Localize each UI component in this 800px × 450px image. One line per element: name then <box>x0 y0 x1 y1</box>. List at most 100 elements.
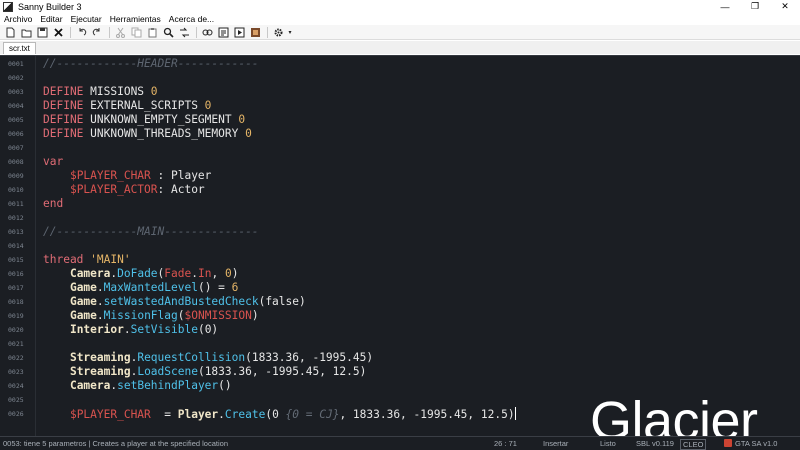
code-line[interactable]: 0011 end <box>0 197 800 211</box>
code-token: 0 <box>150 85 158 98</box>
code-line[interactable]: 0007 <box>0 141 800 155</box>
code-token: thread <box>43 253 91 266</box>
game-version-label: GTA SA v1.0 <box>735 439 778 448</box>
code-token: . <box>96 309 104 322</box>
menu-ejecutar[interactable]: Ejecutar <box>67 14 106 24</box>
code-editor[interactable]: 0001//------------HEADER------------ 0002… <box>0 55 800 436</box>
copy-icon[interactable] <box>129 26 143 39</box>
cut-icon[interactable] <box>113 26 127 39</box>
line-number: 0019 <box>8 312 24 320</box>
compile-icon[interactable] <box>200 26 214 39</box>
code-line[interactable]: 0003 DEFINE MISSIONS 0 <box>0 85 800 99</box>
code-line[interactable]: 0022 Streaming.RequestCollision(1833.36,… <box>0 351 800 365</box>
code-token: 0 <box>245 127 252 140</box>
undo-icon[interactable] <box>74 26 88 39</box>
close-icon[interactable] <box>51 26 65 39</box>
code-line[interactable]: 0020 Interior.SetVisible(0) <box>0 323 800 337</box>
line-number: 0023 <box>8 368 24 376</box>
line-number: 0003 <box>8 88 24 96</box>
menu-herramientas[interactable]: Herramientas <box>106 14 165 24</box>
code-token: $PLAYER_CHAR <box>69 408 151 421</box>
code-token: DEFINE <box>43 85 91 98</box>
paste-icon[interactable] <box>145 26 159 39</box>
toolbar: ▾ <box>0 25 800 40</box>
code-text: $PLAYER_ACTOR: Actor <box>43 183 205 197</box>
status-bar: 0053: tiene 5 parametros | Creates a pla… <box>0 436 800 450</box>
code-line[interactable]: 0017 Game.MaxWantedLevel() = 6 <box>0 281 800 295</box>
code-token: , 1833.36, -1995.45, 12.5) <box>339 408 515 421</box>
code-line[interactable]: 0013 //------------MAIN-------------- <box>0 225 800 239</box>
line-number: 0021 <box>8 340 24 348</box>
code-token: DEFINE <box>43 113 91 126</box>
code-line[interactable]: 0010 $PLAYER_ACTOR: Actor <box>0 183 800 197</box>
menu-editar[interactable]: Editar <box>36 14 66 24</box>
cleo-badge[interactable]: CLEO <box>680 439 707 450</box>
replace-icon[interactable] <box>177 26 191 39</box>
close-window-button[interactable]: ✕ <box>770 0 800 13</box>
open-folder-icon[interactable] <box>19 26 33 39</box>
compile-run-icon[interactable] <box>232 26 246 39</box>
window-controls: — ❐ ✕ <box>710 0 800 13</box>
code-token: Player <box>177 408 219 421</box>
save-icon[interactable] <box>35 26 49 39</box>
code-token: $PLAYER_ACTOR <box>69 183 158 196</box>
code-line[interactable]: 0004 DEFINE EXTERNAL_SCRIPTS 0 <box>0 99 800 113</box>
code-token: DoFade <box>117 267 158 280</box>
code-line[interactable]: 0005 DEFINE UNKNOWN_EMPTY_SEGMENT 0 <box>0 113 800 127</box>
code-token: setWastedAndBustedCheck <box>103 295 259 308</box>
decompile-icon[interactable] <box>216 26 230 39</box>
game-icon[interactable] <box>248 26 262 39</box>
code-line[interactable]: 0019 Game.MissionFlag($ONMISSION) <box>0 309 800 323</box>
code-token: Fade <box>164 267 192 280</box>
code-line[interactable]: 0006 DEFINE UNKNOWN_THREADS_MEMORY 0 <box>0 127 800 141</box>
code-line[interactable]: 0012 <box>0 211 800 225</box>
code-line[interactable]: 0021 <box>0 337 800 351</box>
code-token: Camera <box>69 379 111 392</box>
minimize-button[interactable]: — <box>710 0 740 13</box>
code-token: Streaming <box>69 365 131 378</box>
code-line[interactable]: 0023 Streaming.LoadScene(1833.36, -1995.… <box>0 365 800 379</box>
game-version[interactable]: GTA SA v1.0 <box>724 437 777 450</box>
code-token: EXTERNAL_SCRIPTS <box>90 99 205 112</box>
menu-archivo[interactable]: Archivo <box>0 14 36 24</box>
code-text: Interior.SetVisible(0) <box>43 323 218 337</box>
sbl-version: SBL v0.119 <box>636 439 674 448</box>
code-token: = <box>150 408 178 421</box>
settings-icon[interactable] <box>271 26 285 39</box>
new-file-icon[interactable] <box>3 26 17 39</box>
code-text: Game.MaxWantedLevel() = 6 <box>43 281 238 295</box>
code-token: : Player <box>150 169 212 182</box>
code-text: Game.MissionFlag($ONMISSION) <box>43 309 259 323</box>
code-line[interactable]: 0014 <box>0 239 800 253</box>
code-token: Game <box>69 281 97 294</box>
code-text: Camera.setBehindPlayer() <box>43 379 232 393</box>
code-text: end <box>43 197 63 211</box>
code-text: Camera.DoFade(Fade.In, 0) <box>43 267 239 281</box>
code-token: Interior <box>69 323 124 336</box>
status-state: Listo <box>600 439 616 448</box>
code-token: UNKNOWN_EMPTY_SEGMENT <box>90 113 239 126</box>
tab-scr-txt[interactable]: scr.txt <box>3 42 36 54</box>
line-number: 0026 <box>8 410 24 418</box>
redo-icon[interactable] <box>90 26 104 39</box>
code-text: //------------MAIN-------------- <box>43 225 259 239</box>
code-line[interactable]: 0001 //------------HEADER------------ <box>0 57 800 71</box>
code-token: DEFINE <box>43 127 91 140</box>
code-line[interactable]: 0002 <box>0 71 800 85</box>
maximize-button[interactable]: ❐ <box>740 0 770 13</box>
code-token: Camera <box>69 267 111 280</box>
code-line[interactable]: 0016 Camera.DoFade(Fade.In, 0) <box>0 267 800 281</box>
line-number: 0004 <box>8 102 24 110</box>
code-line[interactable]: 0008 var <box>0 155 800 169</box>
find-icon[interactable] <box>161 26 175 39</box>
menu-acerca-de[interactable]: Acerca de... <box>165 14 218 24</box>
code-line[interactable]: 0009 $PLAYER_CHAR : Player <box>0 169 800 183</box>
chevron-down-icon[interactable]: ▾ <box>287 26 293 39</box>
code-line[interactable]: 0015 thread 'MAIN' <box>0 253 800 267</box>
line-number: 0022 <box>8 354 24 362</box>
code-line[interactable]: 0018 Game.setWastedAndBustedCheck(false) <box>0 295 800 309</box>
